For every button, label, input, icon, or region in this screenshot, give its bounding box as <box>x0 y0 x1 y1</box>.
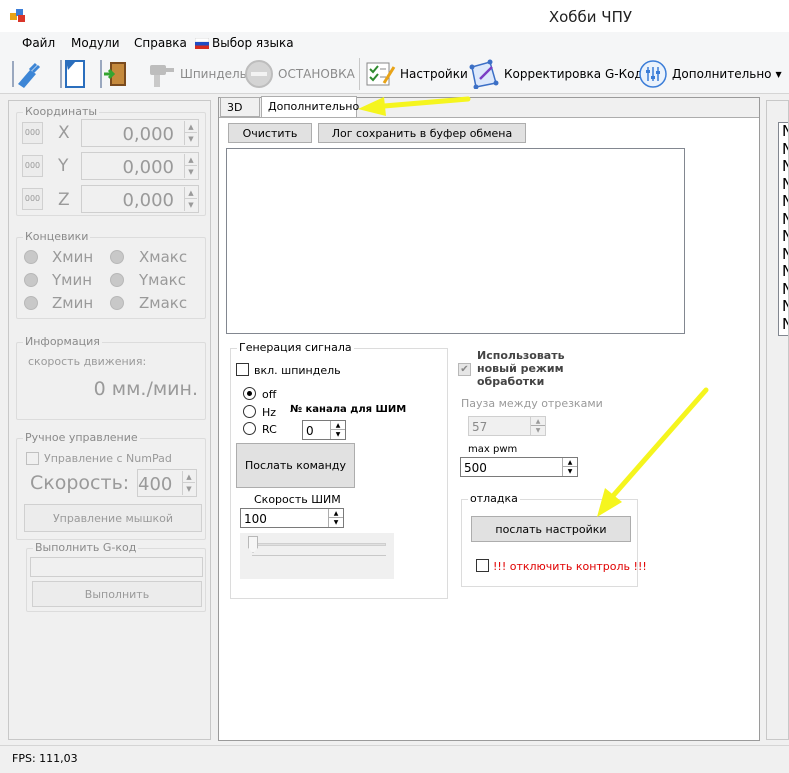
annotation-arrows <box>358 96 709 517</box>
arrow-to-tab-icon <box>358 96 471 116</box>
status-bar <box>0 745 789 773</box>
arrow-to-send-settings-icon <box>597 387 709 517</box>
fps-label: FPS: 111,03 <box>12 752 78 765</box>
